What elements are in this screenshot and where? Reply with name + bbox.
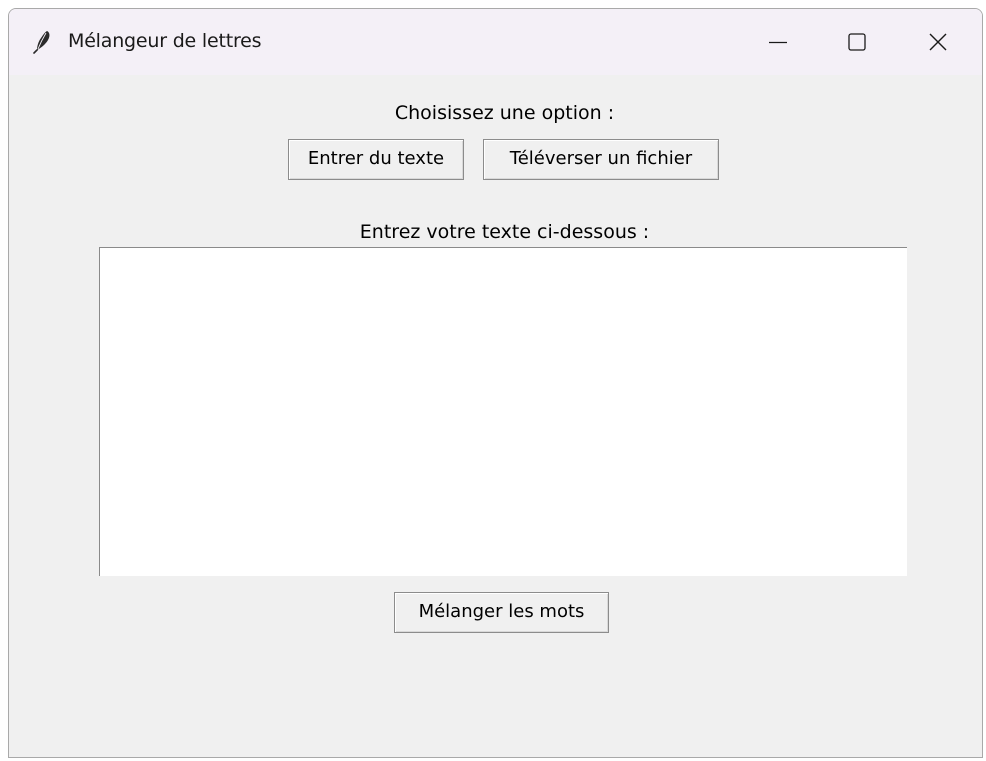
feather-icon	[31, 30, 53, 54]
close-icon	[929, 33, 947, 51]
upload-file-button[interactable]: Téléverser un fichier	[483, 139, 719, 180]
text-input-area[interactable]	[99, 247, 907, 576]
title-bar[interactable]: Mélangeur de lettres	[9, 9, 982, 75]
text-input-label: Entrez votre texte ci-dessous :	[359, 221, 650, 243]
minimize-icon	[769, 41, 787, 44]
minimize-button[interactable]	[733, 9, 823, 75]
shuffle-words-button[interactable]: Mélanger les mots	[394, 592, 609, 633]
maximize-button[interactable]	[812, 9, 902, 75]
maximize-icon	[848, 33, 866, 51]
close-button[interactable]	[893, 9, 982, 75]
option-prompt-label: Choisissez une option :	[394, 102, 615, 124]
enter-text-button[interactable]: Entrer du texte	[288, 139, 464, 180]
app-window: Mélangeur de lettres Choisissez une opti…	[8, 8, 983, 758]
window-title: Mélangeur de lettres	[68, 30, 262, 52]
